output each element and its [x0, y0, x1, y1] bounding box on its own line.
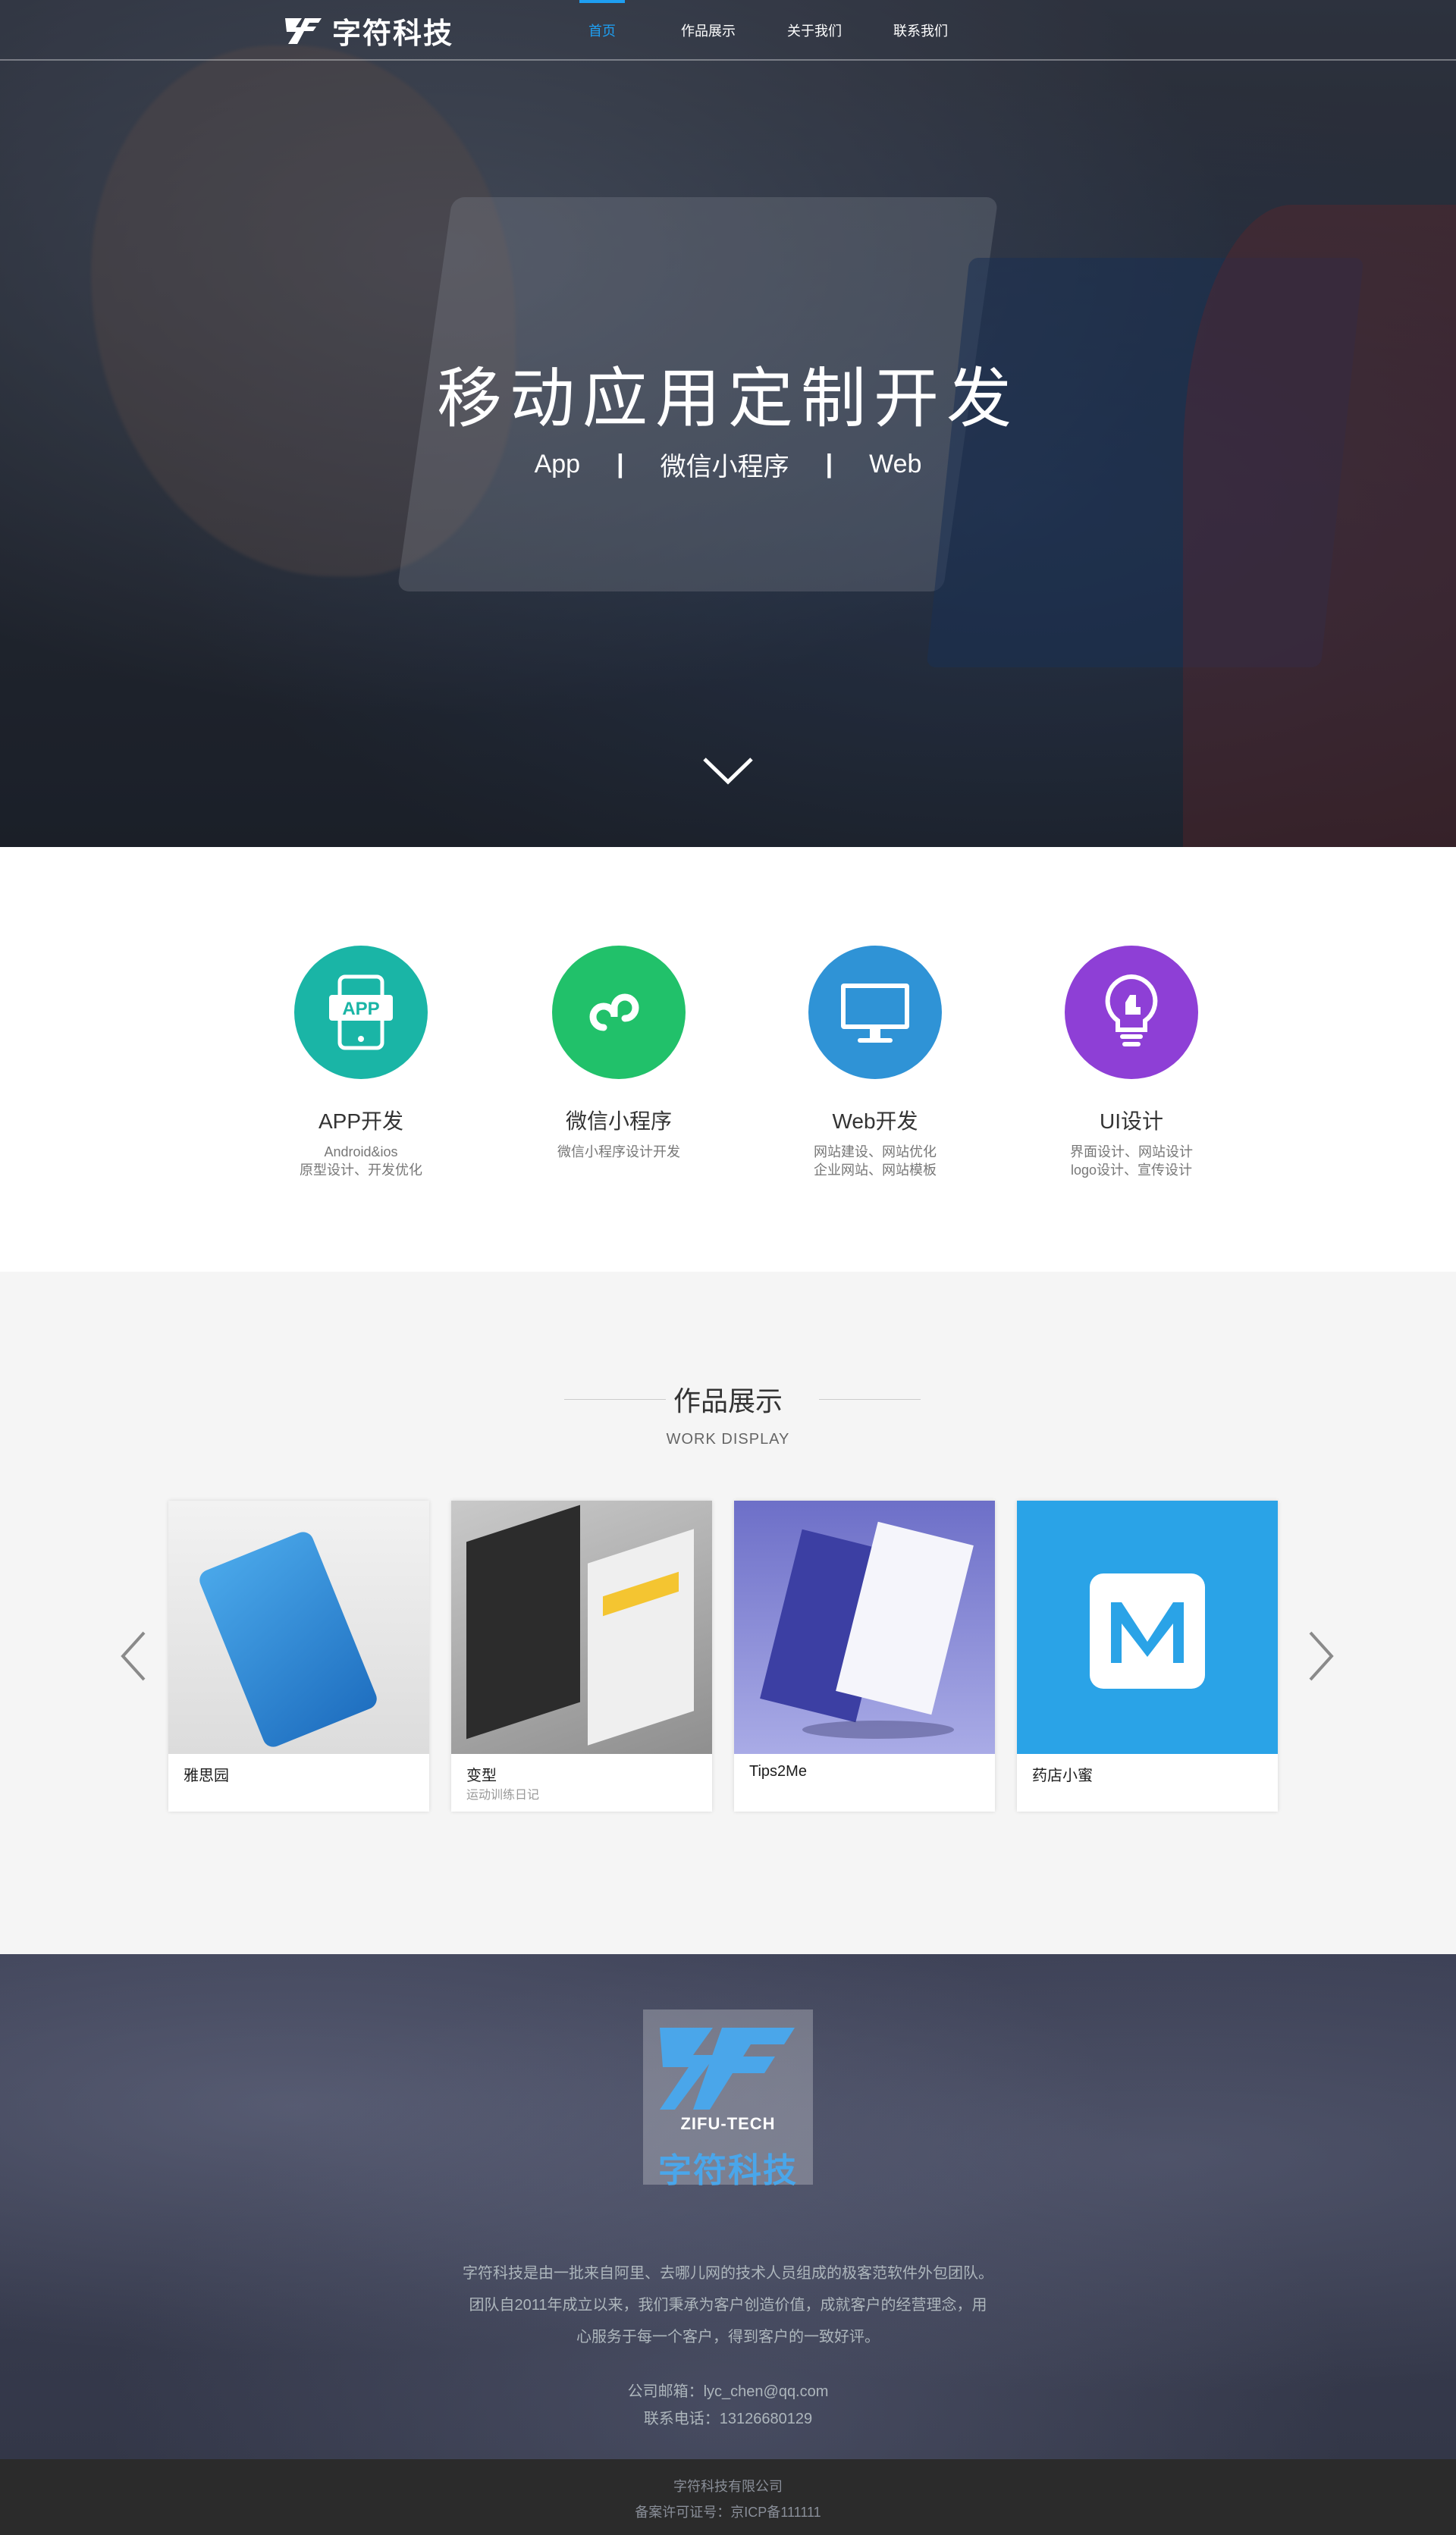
- hero-sub-web: Web: [869, 450, 922, 478]
- service-desc: 界面设计、网站设计 logo设计、宣传设计: [1070, 1144, 1193, 1178]
- nav-item-home[interactable]: 首页: [549, 0, 655, 61]
- service-desc: 微信小程序设计开发: [557, 1144, 680, 1159]
- carousel-prev-arrow-icon[interactable]: [118, 1630, 149, 1683]
- service-name: UI设计: [1099, 1109, 1163, 1133]
- company-phone: 联系电话：13126680129: [643, 2411, 813, 2427]
- work-subtitle: 运动训练日记: [466, 1789, 540, 1802]
- app-icon: APP: [294, 946, 428, 1079]
- svg-text:APP: APP: [342, 999, 379, 1019]
- copyright-bar: 字符科技有限公司 备案许可证号：京ICP备111111: [0, 2459, 1456, 2535]
- monitor-icon: [808, 946, 942, 1079]
- work-card[interactable]: 雅思园: [168, 1501, 429, 1812]
- service-desc: Android&ios 原型设计、开发优化: [300, 1144, 422, 1178]
- footer-logo-mark-icon: [660, 2028, 795, 2110]
- work-thumbnail: [1017, 1501, 1278, 1754]
- service-card-web[interactable]: Web开发 网站建设、网站优化 企业网站、网站模板: [801, 946, 949, 1179]
- hero-subtitle: App | 微信小程序 | Web: [0, 446, 1456, 483]
- nav-item-works[interactable]: 作品展示: [655, 0, 761, 61]
- works-subtitle: WORK DISPLAY: [666, 1431, 790, 1448]
- work-thumbnail: [451, 1501, 712, 1754]
- work-title: 雅思园: [184, 1768, 229, 1784]
- work-card[interactable]: 变型 运动训练日记: [451, 1501, 712, 1812]
- hero-sub-separator: |: [617, 450, 624, 478]
- icp-number: 备案许可证号：京ICP备111111: [635, 2505, 821, 2520]
- footer-logo-en: ZIFU-TECH: [680, 2114, 776, 2133]
- service-name: 微信小程序: [565, 1109, 672, 1133]
- nav-item-about[interactable]: 关于我们: [761, 0, 868, 61]
- work-card[interactable]: Tips2Me: [734, 1501, 995, 1812]
- works-title: 作品展示: [673, 1385, 783, 1417]
- lightbulb-icon: [1065, 946, 1198, 1079]
- work-thumbnail: [168, 1501, 429, 1754]
- company-name: 字符科技有限公司: [673, 2479, 783, 2494]
- chevron-down-icon[interactable]: [701, 755, 755, 788]
- mini-program-icon: [552, 946, 686, 1079]
- service-card-miniprogram[interactable]: 微信小程序 微信小程序设计开发: [544, 946, 693, 1161]
- nav-item-contact[interactable]: 联系我们: [868, 0, 974, 61]
- hero-sub-separator: |: [825, 450, 833, 478]
- service-card-ui[interactable]: UI设计 界面设计、网站设计 logo设计、宣传设计: [1057, 946, 1206, 1179]
- company-intro: 字符科技是由一批来自阿里、去哪儿网的技术人员组成的极客范软件外包团队。团队自20…: [463, 2265, 993, 2345]
- services-section: APP APP开发 Android&ios 原型设计、开发优化 微信小程序 微信…: [0, 847, 1456, 1272]
- work-title: 变型: [466, 1768, 497, 1784]
- work-title: 药店小蜜: [1032, 1768, 1093, 1784]
- m-logo-icon: [1090, 1573, 1205, 1689]
- logo-text: 字符科技: [332, 17, 454, 50]
- work-title: Tips2Me: [749, 1763, 807, 1780]
- work-thumbnail: [734, 1501, 995, 1754]
- company-email[interactable]: 公司邮箱：lyc_chen@qq.com: [0, 2379, 1456, 2401]
- site-logo[interactable]: 字符科技: [282, 11, 453, 50]
- hero-title: 移动应用定制开发: [437, 362, 1019, 435]
- work-card[interactable]: 药店小蜜: [1017, 1501, 1278, 1812]
- hero-banner: 字符科技 首页 作品展示 关于我们 联系我们 移动应用定制开发 App | 微信…: [0, 0, 1456, 847]
- carousel-next-arrow-icon[interactable]: [1306, 1630, 1336, 1683]
- hero-sub-app: App: [534, 450, 581, 478]
- service-card-app[interactable]: APP APP开发 Android&ios 原型设计、开发优化: [287, 946, 435, 1179]
- works-section: 作品展示 WORK DISPLAY 雅思园 变型 运动训练日记 Tips2Me: [0, 1272, 1456, 1954]
- service-desc: 网站建设、网站优化 企业网站、网站模板: [814, 1144, 937, 1178]
- top-navbar: 字符科技 首页 作品展示 关于我们 联系我们: [0, 0, 1456, 61]
- footer-logo: ZIFU-TECH 字符科技: [643, 2009, 813, 2189]
- logo-mark-icon: [282, 14, 325, 47]
- hero-sub-miniprogram: 微信小程序: [660, 453, 789, 482]
- service-name: Web开发: [832, 1109, 918, 1133]
- footer-section: ZIFU-TECH 字符科技 字符科技是由一批来自阿里、去哪儿网的技术人员组成的…: [0, 1954, 1456, 2459]
- main-menu: 首页 作品展示 关于我们 联系我们: [549, 0, 974, 61]
- service-name: APP开发: [318, 1109, 404, 1133]
- footer-logo-cn: 字符科技: [658, 2152, 798, 2189]
